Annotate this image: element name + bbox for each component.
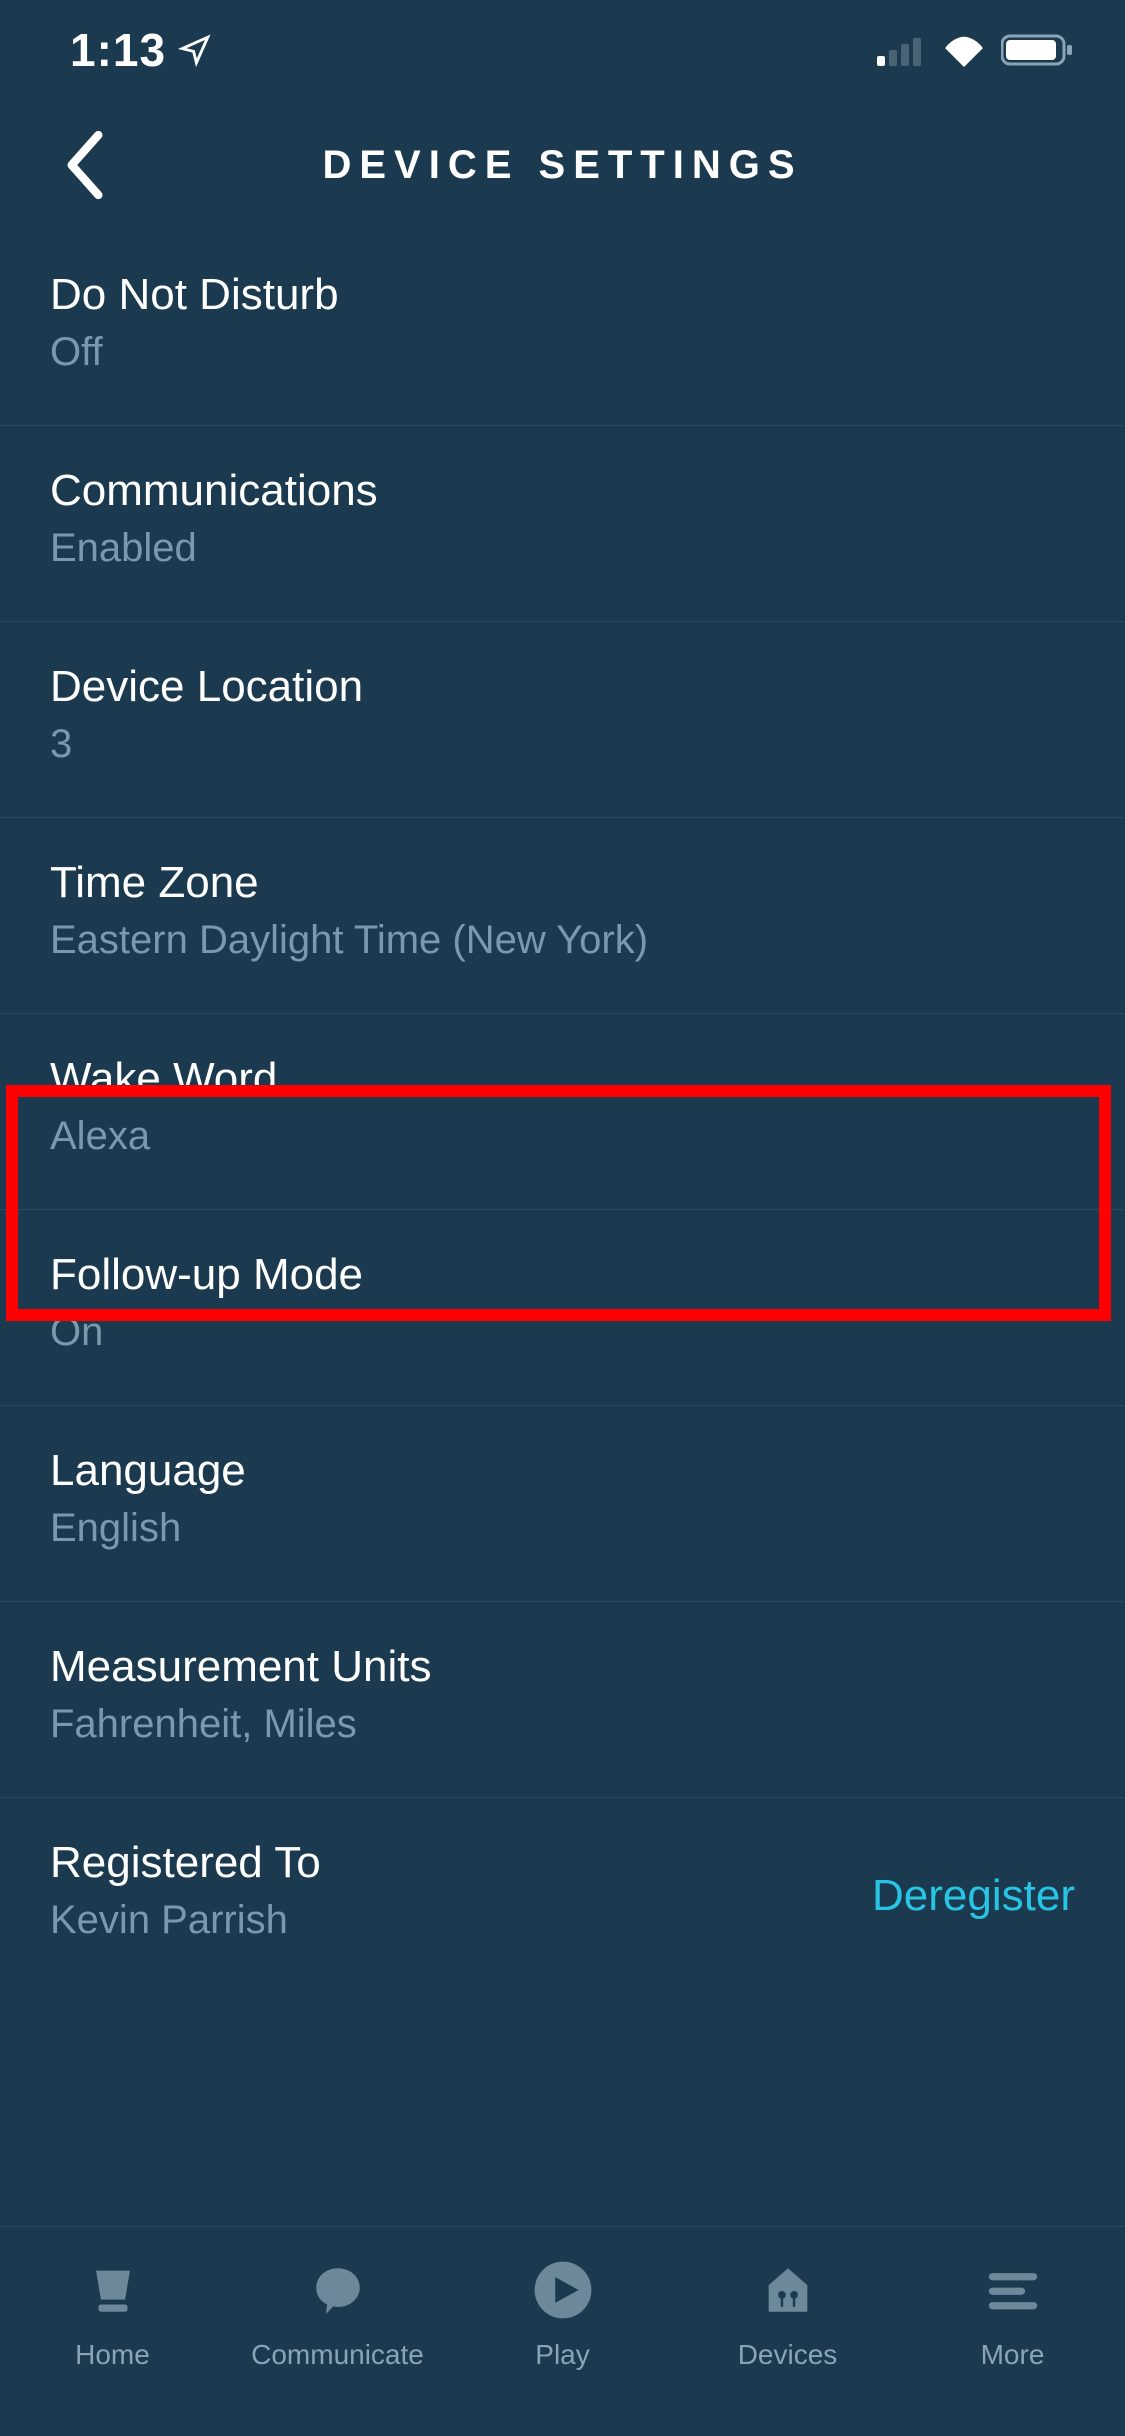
play-icon	[528, 2255, 598, 2325]
nav-play[interactable]: Play	[463, 2255, 663, 2371]
setting-label: Language	[50, 1446, 1075, 1496]
communicate-icon	[303, 2255, 373, 2325]
setting-measurement-units[interactable]: Measurement Units Fahrenheit, Miles	[0, 1602, 1125, 1798]
home-icon	[78, 2255, 148, 2325]
setting-label: Time Zone	[50, 858, 1075, 908]
setting-communications[interactable]: Communications Enabled	[0, 426, 1125, 622]
setting-value: Eastern Daylight Time (New York)	[50, 918, 1075, 963]
wifi-icon	[941, 33, 987, 67]
setting-value: On	[50, 1310, 1075, 1355]
cellular-signal-icon	[877, 34, 927, 66]
setting-label: Measurement Units	[50, 1642, 1075, 1692]
setting-value: Enabled	[50, 526, 1075, 571]
status-bar-right	[877, 33, 1075, 67]
page-title: DEVICE SETTINGS	[322, 143, 802, 188]
setting-wake-word[interactable]: Wake Word Alexa	[0, 1014, 1125, 1210]
setting-label: Device Location	[50, 662, 1075, 712]
setting-label: Wake Word	[50, 1054, 1075, 1104]
setting-time-zone[interactable]: Time Zone Eastern Daylight Time (New Yor…	[0, 818, 1125, 1014]
nav-label: Play	[535, 2339, 589, 2371]
status-bar: 1:13	[0, 0, 1125, 100]
setting-language[interactable]: Language English	[0, 1406, 1125, 1602]
chevron-left-icon	[65, 130, 105, 200]
setting-value: Off	[50, 330, 1075, 375]
status-bar-left: 1:13	[70, 23, 212, 77]
more-icon	[978, 2255, 1048, 2325]
nav-label: Home	[75, 2339, 150, 2371]
battery-icon	[1001, 33, 1075, 67]
settings-list: Do Not Disturb Off Communications Enable…	[0, 230, 1125, 1993]
setting-label: Follow-up Mode	[50, 1250, 1075, 1300]
nav-label: More	[981, 2339, 1045, 2371]
setting-label: Communications	[50, 466, 1075, 516]
header: DEVICE SETTINGS	[0, 100, 1125, 230]
setting-value: Alexa	[50, 1114, 1075, 1159]
devices-icon	[753, 2255, 823, 2325]
setting-do-not-disturb[interactable]: Do Not Disturb Off	[0, 230, 1125, 426]
setting-device-location[interactable]: Device Location 3	[0, 622, 1125, 818]
nav-label: Communicate	[251, 2339, 424, 2371]
nav-devices[interactable]: Devices	[688, 2255, 888, 2371]
setting-value: Fahrenheit, Miles	[50, 1702, 1075, 1747]
nav-label: Devices	[738, 2339, 838, 2371]
setting-label: Do Not Disturb	[50, 270, 1075, 320]
setting-value: 3	[50, 722, 1075, 767]
nav-communicate[interactable]: Communicate	[238, 2255, 438, 2371]
setting-registered-to[interactable]: Registered To Kevin Parrish Deregister	[0, 1798, 1125, 1993]
location-icon	[178, 33, 212, 67]
status-time: 1:13	[70, 23, 166, 77]
setting-value: English	[50, 1506, 1075, 1551]
deregister-button[interactable]: Deregister	[872, 1871, 1075, 1921]
nav-more[interactable]: More	[913, 2255, 1113, 2371]
setting-follow-up-mode[interactable]: Follow-up Mode On	[0, 1210, 1125, 1406]
nav-home[interactable]: Home	[13, 2255, 213, 2371]
back-button[interactable]	[55, 125, 115, 205]
bottom-nav: Home Communicate Play Devi	[0, 2226, 1125, 2436]
